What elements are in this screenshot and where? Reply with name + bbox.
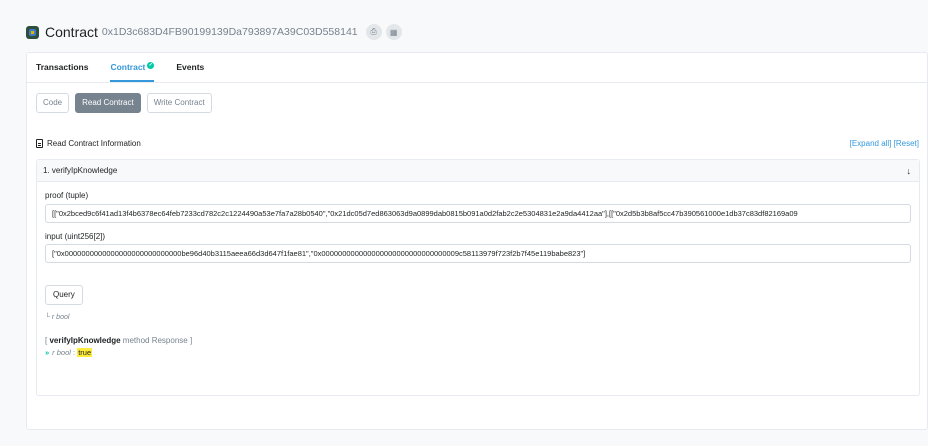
response-bracket-close: method Response ] [120,336,193,345]
document-icon [36,138,43,148]
response-name: r [52,348,55,357]
input-label: input (uint256[2]) [45,232,106,241]
proof-label: proof (tuple) [45,191,89,200]
tab-bar: Transactions Contract ✓ Events [27,53,927,83]
copy-icon[interactable]: ⎙ [365,24,382,40]
verified-check-icon: ✓ [147,62,155,69]
response-value: true [77,348,93,357]
contract-logo-icon [26,25,39,39]
arrow-down-icon: ↓ [906,165,912,176]
reset-link[interactable]: [Reset] [894,139,919,148]
tab-label: Events [176,62,205,72]
return-type: └ r bool [45,314,69,321]
tab-label: Contract [110,62,146,72]
method-title: 1. verifyIpKnowledge [43,166,118,175]
expand-all-link[interactable]: [Expand all] [850,139,892,148]
page-title: Contract [45,24,98,40]
tab-contract[interactable]: Contract ✓ [110,62,155,82]
response-line: » r bool : true [45,348,93,357]
subtab-write-contract[interactable]: Write Contract [146,93,212,113]
subtab-code[interactable]: Code [36,93,70,113]
subtab-read-contract[interactable]: Read Contract [75,93,141,113]
info-actions: [Expand all] [Reset] [850,139,919,148]
method-header[interactable]: 1. verifyIpKnowledge ↓ [37,160,919,182]
contract-address: 0x1D3c683D4FB90199139Da793897A39C03D5581… [101,26,358,38]
proof-input[interactable]: [["0x2bced9c6f41ad13f4b6378ec64feb7233cd… [45,204,911,223]
tab-transactions[interactable]: Transactions [36,62,88,82]
query-button[interactable]: Query [45,285,83,305]
method-panel: 1. verifyIpKnowledge ↓ proof (tuple) [["… [36,159,920,396]
return-prefix: └ [45,314,52,321]
qr-icon[interactable]: ▦ [385,24,402,40]
tab-events[interactable]: Events [176,62,204,82]
read-contract-info-row: Read Contract Information [Expand all] [… [36,137,919,149]
info-title: Read Contract Information [47,138,141,148]
return-type-text: r bool [51,314,70,321]
contract-card: Transactions Contract ✓ Events Code Read … [26,52,928,430]
info-title-group: Read Contract Information [36,138,141,148]
tab-label: Transactions [36,62,89,72]
double-chevron-icon: » [45,348,50,357]
response-title: [ verifyIpKnowledge method Response ] [45,336,192,345]
input-field[interactable]: ["0x0000000000000000000000000000be96d40b… [45,244,911,263]
response-method-name: verifyIpKnowledge [49,336,121,345]
response-type: bool [56,348,71,357]
contract-subtabs: Code Read Contract Write Contract [36,93,212,113]
page-header: Contract 0x1D3c683D4FB90199139Da793897A3… [26,22,406,42]
